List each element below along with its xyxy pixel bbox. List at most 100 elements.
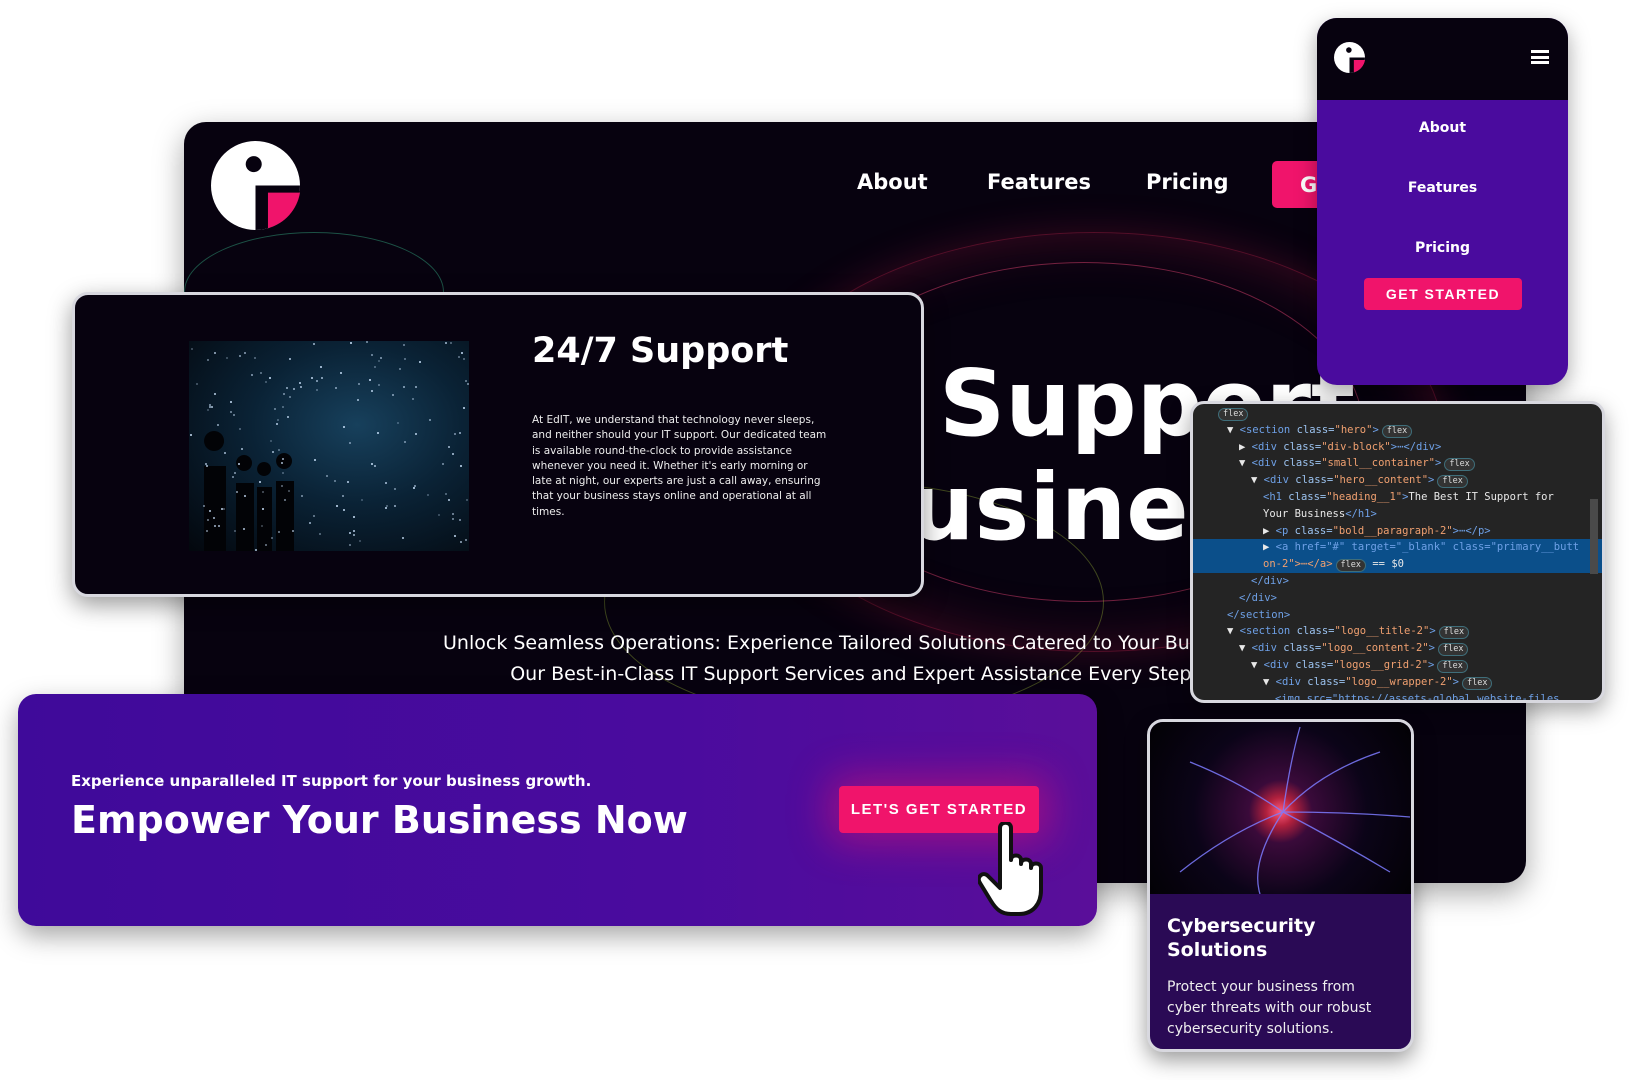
star — [251, 374, 253, 376]
code-token: > — [1428, 659, 1434, 671]
dom-node-line[interactable]: <img src="https://assets-global.website-… — [1193, 691, 1602, 703]
star — [309, 522, 311, 524]
code-token: "bold__paragraph-2" — [1333, 525, 1453, 537]
support-title: 24/7 Support — [532, 331, 788, 371]
star — [452, 513, 454, 515]
star — [270, 440, 272, 442]
code-token: ▶ — [1263, 525, 1276, 537]
star — [419, 361, 421, 363]
star — [377, 432, 379, 434]
dom-node-line[interactable]: </section> — [1193, 607, 1602, 624]
star — [371, 463, 373, 465]
star — [293, 388, 295, 390]
mobile-get-started-button[interactable]: GET STARTED — [1364, 278, 1522, 310]
nav-about[interactable]: About — [857, 170, 928, 194]
star — [239, 355, 241, 357]
star — [361, 499, 363, 501]
code-token: The Best IT Support for — [1408, 491, 1553, 503]
star — [343, 509, 345, 511]
star — [414, 485, 416, 487]
dom-node-line[interactable]: ▼ <section class="logo__title-2"> flex — [1193, 623, 1602, 640]
hero-subtitle-line: Unlock Seamless Operations: Experience T… — [304, 628, 1344, 659]
dom-node-line[interactable]: ▼ <section class="hero"> flex — [1193, 422, 1602, 439]
star — [269, 377, 271, 379]
star — [299, 382, 301, 384]
code-token: class= — [1295, 474, 1333, 486]
starfield-image — [189, 341, 469, 551]
cta-banner: Experience unparalleled IT support for y… — [18, 694, 1097, 926]
star — [366, 341, 368, 343]
dom-node-line[interactable]: ▼ <div class="logos__grid-2"> flex — [1193, 657, 1602, 674]
star — [214, 352, 216, 354]
mobile-nav-about[interactable]: About — [1317, 120, 1568, 136]
code-token: <section — [1240, 625, 1297, 637]
nav-features[interactable]: Features — [987, 170, 1091, 194]
dom-node-line[interactable]: ▼ <div class="hero__content"> flex — [1193, 472, 1602, 489]
dom-node-line[interactable]: ▼ <div class="logo__wrapper-2"> flex — [1193, 674, 1602, 691]
code-token: <div — [1252, 441, 1284, 453]
star — [463, 407, 465, 409]
star — [207, 409, 209, 411]
dom-node-line[interactable]: Your Business</h1> — [1193, 506, 1602, 523]
star — [226, 357, 228, 359]
dom-node-line[interactable]: ▶ <div class="div-block">⋯</div> — [1193, 439, 1602, 456]
devtools-scrollbar[interactable] — [1590, 499, 1598, 574]
star — [369, 379, 371, 381]
dom-node-line[interactable]: ▶ <p class="bold__paragraph-2">⋯</p> — [1193, 523, 1602, 540]
star — [459, 519, 461, 521]
dom-node-line[interactable]: </div> — [1193, 573, 1602, 590]
dom-node-line[interactable]: ▼ <div class="logo__content-2"> flex — [1193, 640, 1602, 657]
code-token: flex — [1462, 677, 1492, 690]
code-token: <div — [1264, 474, 1296, 486]
code-token: ▼ — [1251, 474, 1264, 486]
star — [442, 463, 444, 465]
dom-node-line[interactable]: </div> — [1193, 590, 1602, 607]
star — [209, 510, 211, 512]
star — [301, 495, 303, 497]
star — [289, 358, 291, 360]
star — [399, 368, 401, 370]
support-description: At EdIT, we understand that technology n… — [532, 413, 827, 520]
star — [415, 386, 417, 388]
code-token: flex — [1437, 660, 1467, 673]
cybersecurity-card: Cybersecurity Solutions Protect your bus… — [1147, 719, 1414, 1052]
code-token: > — [1428, 474, 1434, 486]
code-token: "logo__wrapper-2" — [1345, 676, 1452, 688]
mobile-nav-features[interactable]: Features — [1317, 180, 1568, 196]
code-token: class= — [1297, 625, 1335, 637]
star — [412, 398, 414, 400]
star — [378, 384, 380, 386]
star — [359, 540, 361, 542]
code-token: <div — [1252, 457, 1284, 469]
star — [319, 533, 321, 535]
dom-node-line[interactable]: <h1 class="heading__1">The Best IT Suppo… — [1193, 489, 1602, 506]
hero-subtitle: Unlock Seamless Operations: Experience T… — [304, 628, 1344, 690]
nav-pricing[interactable]: Pricing — [1146, 170, 1229, 194]
code-token: > — [1435, 457, 1441, 469]
star — [438, 514, 440, 516]
star — [380, 357, 382, 359]
mobile-nav-pricing[interactable]: Pricing — [1317, 240, 1568, 256]
star — [321, 377, 323, 379]
star — [286, 387, 288, 389]
code-token: "hero__content" — [1333, 474, 1428, 486]
star — [191, 348, 193, 350]
dom-node-line[interactable]: flex — [1193, 405, 1602, 422]
star — [467, 383, 469, 385]
star — [336, 505, 338, 507]
code-token: class= — [1297, 424, 1335, 436]
star — [452, 453, 454, 455]
hamburger-icon[interactable] — [1531, 50, 1549, 64]
star — [445, 342, 447, 344]
dom-node-line[interactable]: ▶ <a href="#" target="_blank" class="pri… — [1193, 539, 1602, 556]
star — [206, 465, 208, 467]
star — [213, 517, 215, 519]
star — [206, 530, 208, 532]
dom-node-line[interactable]: on-2">⋯</a> flex == $0 — [1193, 556, 1602, 573]
star — [254, 357, 256, 359]
star — [394, 505, 396, 507]
star — [316, 380, 318, 382]
code-token: flex — [1438, 643, 1468, 656]
dom-node-line[interactable]: ▼ <div class="small__container"> flex — [1193, 455, 1602, 472]
star — [288, 490, 290, 492]
